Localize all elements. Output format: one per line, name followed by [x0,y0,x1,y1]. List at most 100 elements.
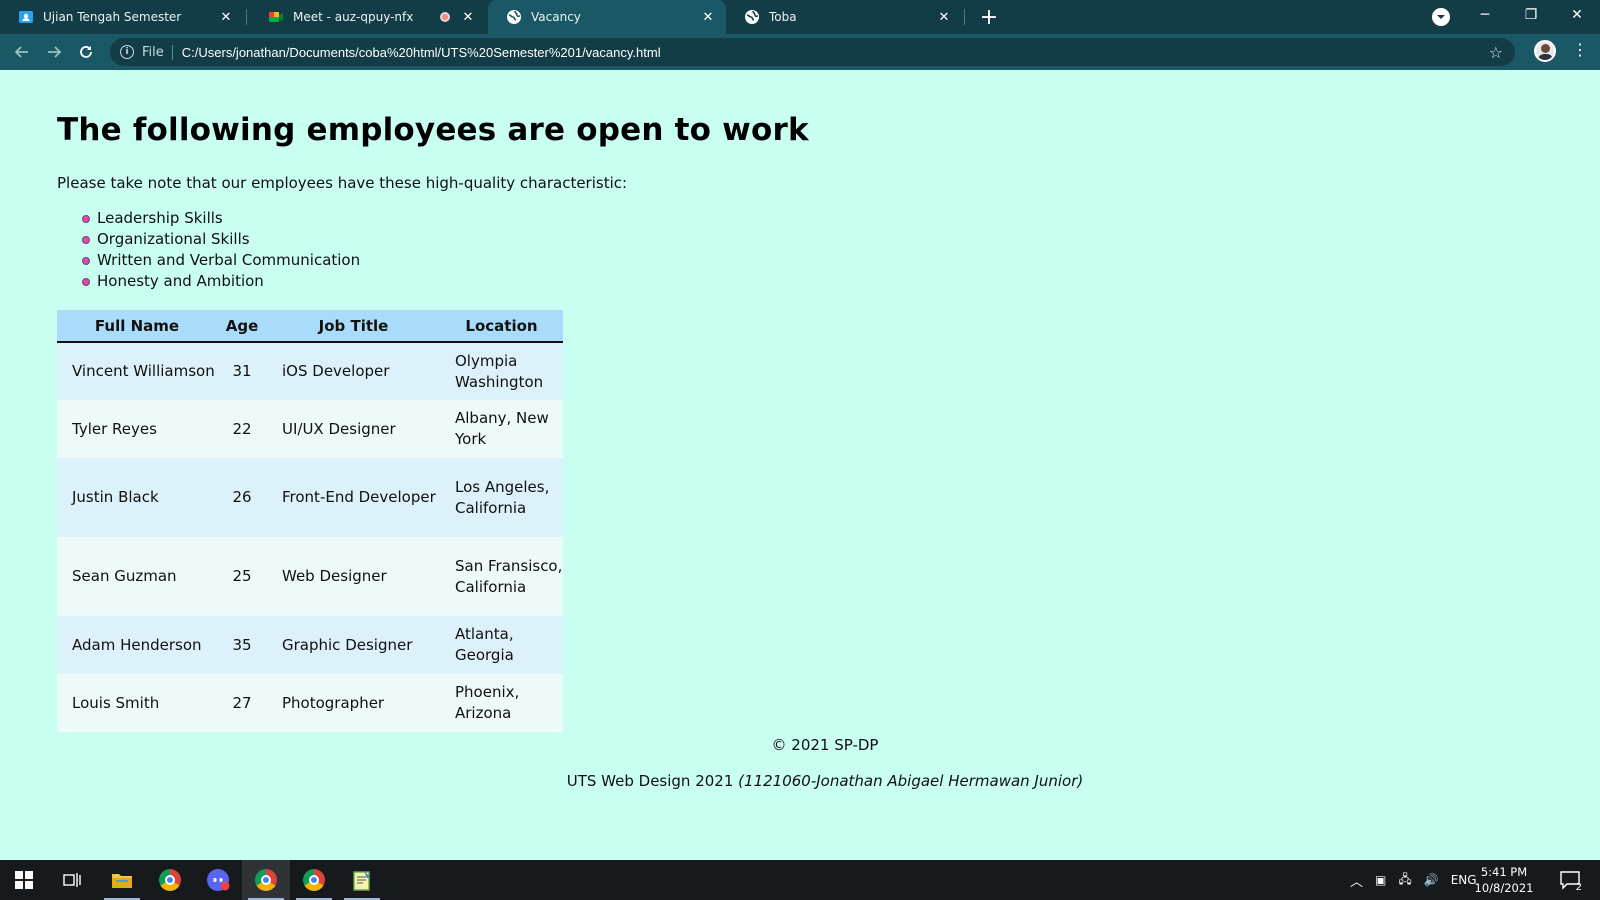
discord-button[interactable] [194,860,242,900]
list-item: Honesty and Ambition [82,271,360,292]
cell-age: 27 [217,674,267,732]
scheme-label: File [142,44,173,60]
list-item: Written and Verbal Communication [82,250,360,271]
chrome-icon [159,869,181,891]
bookmark-star-icon[interactable]: ☆ [1489,43,1503,62]
discord-icon [207,869,230,891]
cell-job: Front-End Developer [267,458,440,537]
back-button[interactable] [8,38,36,66]
cell-location: Olympia Washington [440,342,563,400]
address-bar[interactable]: i File C:/Users/jonathan/Documents/coba%… [110,38,1515,66]
clock-date: 10/8/2021 [1474,881,1534,895]
web-page: The following employees are open to work… [0,70,1600,860]
chrome-button[interactable] [146,860,194,900]
tab-meet[interactable]: Meet - auz-qpuy-nfx ✕ [250,0,486,34]
notepad-icon [353,871,370,891]
tab-search-button[interactable] [1432,8,1450,26]
clock-time: 5:41 PM [1480,865,1528,879]
cell-name: Sean Guzman [57,537,217,616]
list-item: Leadership Skills [82,208,360,229]
tab-toba[interactable]: Toba ✕ [726,0,962,34]
cell-name: Adam Henderson [57,616,217,674]
cell-name: Louis Smith [57,674,217,732]
traits-list: Leadership Skills Organizational Skills … [82,208,360,292]
forward-button[interactable] [40,38,68,66]
task-view-icon [63,873,81,887]
cell-location: Los Angeles, California [440,458,563,537]
cell-age: 35 [217,616,267,674]
column-header: Full Name [57,310,217,343]
chevron-up-icon[interactable]: ︿ [1350,871,1363,890]
info-icon[interactable]: i [120,45,134,59]
reload-button[interactable] [72,38,100,66]
profile-avatar[interactable] [1534,40,1556,62]
restore-button[interactable]: ❐ [1508,0,1554,30]
footer-credit: UTS Web Design 2021 (1121060-Jonathan Ab… [0,772,1600,790]
table-header-row: Full Name Age Job Title Location [57,310,563,343]
table-row: Sean Guzman 25 Web Designer San Fransisc… [57,537,563,616]
notification-count-badge: 2 [1575,882,1582,893]
table-row: Adam Henderson 35 Graphic Designer Atlan… [57,616,563,674]
chrome-profile-2-button[interactable] [290,860,338,900]
close-icon[interactable]: ✕ [460,9,476,25]
chevron-down-icon [1437,15,1445,19]
cell-job: UI/UX Designer [267,400,440,458]
meet-tray-icon[interactable]: ▣ [1375,873,1386,887]
column-header: Age [217,310,267,343]
column-header: Location [440,310,563,343]
table-row: Tyler Reyes 22 UI/UX Designer Albany, Ne… [57,400,563,458]
chrome-profile-button[interactable] [242,860,290,900]
tab-ujian-tengah-semester[interactable]: Ujian Tengah Semester ✕ [0,0,244,34]
network-icon[interactable]: 🖧 [1398,870,1411,891]
cell-age: 22 [217,400,267,458]
footer-copyright: © 2021 SP-DP [771,736,879,754]
page-title: The following employees are open to work [57,112,809,148]
url-text[interactable]: C:/Users/jonathan/Documents/coba%20html/… [182,45,661,60]
globe-icon [506,9,522,25]
close-icon[interactable]: ✕ [218,9,234,25]
cell-age: 25 [217,537,267,616]
cell-job: iOS Developer [267,342,440,400]
cell-name: Tyler Reyes [57,400,217,458]
start-button[interactable] [0,860,48,900]
cell-job: Photographer [267,674,440,732]
browser-toolbar: i File C:/Users/jonathan/Documents/coba%… [0,34,1600,70]
tab-strip: Ujian Tengah Semester ✕ Meet - auz-qpuy-… [0,0,1600,34]
meet-icon [268,9,284,25]
notepad-button[interactable] [338,860,386,900]
close-icon[interactable]: ✕ [936,9,952,25]
footer-course: UTS Web Design 2021 [566,772,734,790]
globe-icon [744,9,760,25]
task-view-button[interactable] [48,860,96,900]
table-row: Justin Black 26 Front-End Developer Los … [57,458,563,537]
intro-text: Please take note that our employees have… [57,174,628,192]
arrow-right-icon [48,46,62,58]
close-window-button[interactable]: ✕ [1554,0,1600,30]
chrome-icon [303,869,325,891]
notifications-button[interactable]: 2 [1550,860,1590,900]
language-indicator[interactable]: ENG [1451,873,1477,887]
taskbar: ︿ ▣ 🖧 🔊 ENG 5:41 PM 10/8/2021 2 [0,860,1600,900]
cell-job: Web Designer [267,537,440,616]
menu-kebab-icon[interactable]: ⋮ [1572,42,1588,58]
cell-location: San Fransisco, California [440,537,563,616]
cell-age: 26 [217,458,267,537]
recording-indicator-icon [440,12,450,22]
close-icon[interactable]: ✕ [700,9,716,25]
classroom-icon [18,9,34,25]
minimize-button[interactable]: ─ [1462,0,1508,30]
new-tab-button[interactable]: + [976,4,1002,30]
cell-age: 31 [217,342,267,400]
reload-icon [80,46,92,58]
clock[interactable]: 5:41 PM 10/8/2021 [1474,864,1534,896]
table-row: Louis Smith 27 Photographer Phoenix, Ari… [57,674,563,732]
chrome-icon [255,869,277,891]
cell-job: Graphic Designer [267,616,440,674]
file-explorer-button[interactable] [98,860,146,900]
cell-location: Albany, New York [440,400,563,458]
cell-name: Vincent Williamson [57,342,217,400]
tab-vacancy[interactable]: Vacancy ✕ [488,0,726,34]
list-item: Organizational Skills [82,229,360,250]
volume-icon[interactable]: 🔊 [1424,873,1439,887]
column-header: Job Title [267,310,440,343]
